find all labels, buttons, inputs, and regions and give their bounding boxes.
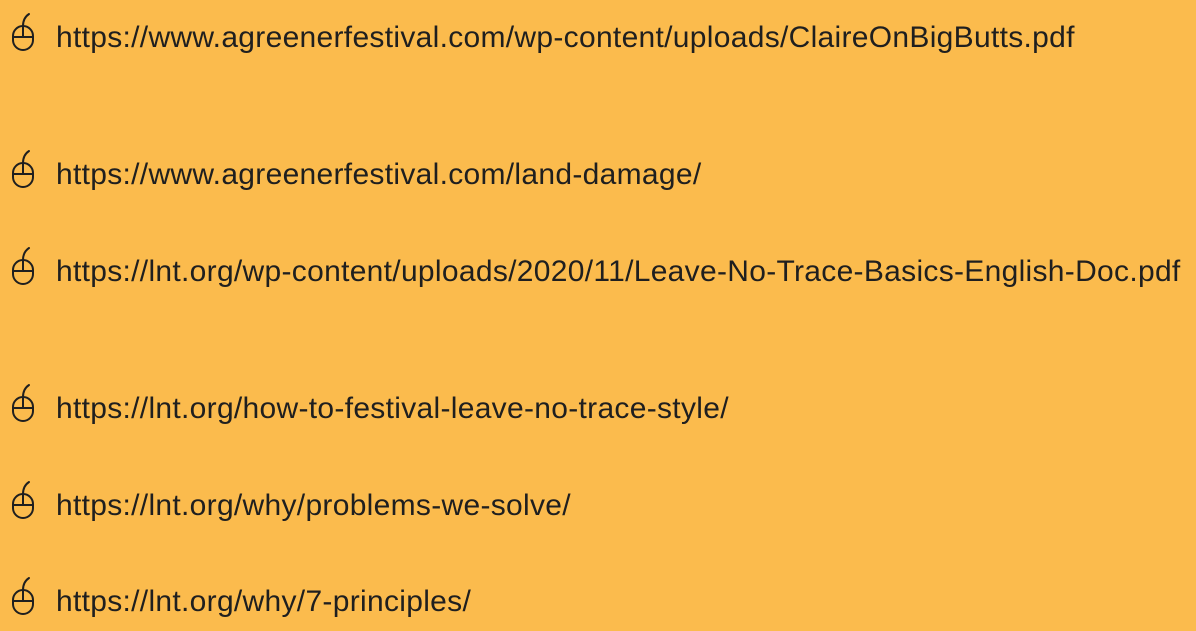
computer-mouse-icon [10, 241, 36, 285]
computer-mouse-icon [10, 571, 36, 615]
reference-link[interactable]: https://www.agreenerfestival.com/land-da… [56, 153, 1192, 197]
reference-link[interactable]: https://lnt.org/wp-content/uploads/2020/… [56, 250, 1192, 294]
reference-link[interactable]: https://lnt.org/why/problems-we-solve/ [56, 484, 1192, 528]
reference-link[interactable]: https://lnt.org/how-to-festival-leave-no… [56, 387, 1192, 431]
computer-mouse-icon [10, 144, 36, 188]
reference-link-list: https://www.agreenerfestival.com/wp-cont… [0, 0, 1196, 631]
reference-link[interactable]: https://lnt.org/why/7-principles/ [56, 580, 1192, 624]
reference-link[interactable]: https://www.agreenerfestival.com/wp-cont… [56, 16, 1192, 60]
computer-mouse-icon [10, 7, 36, 51]
computer-mouse-icon [10, 475, 36, 519]
computer-mouse-icon [10, 378, 36, 422]
